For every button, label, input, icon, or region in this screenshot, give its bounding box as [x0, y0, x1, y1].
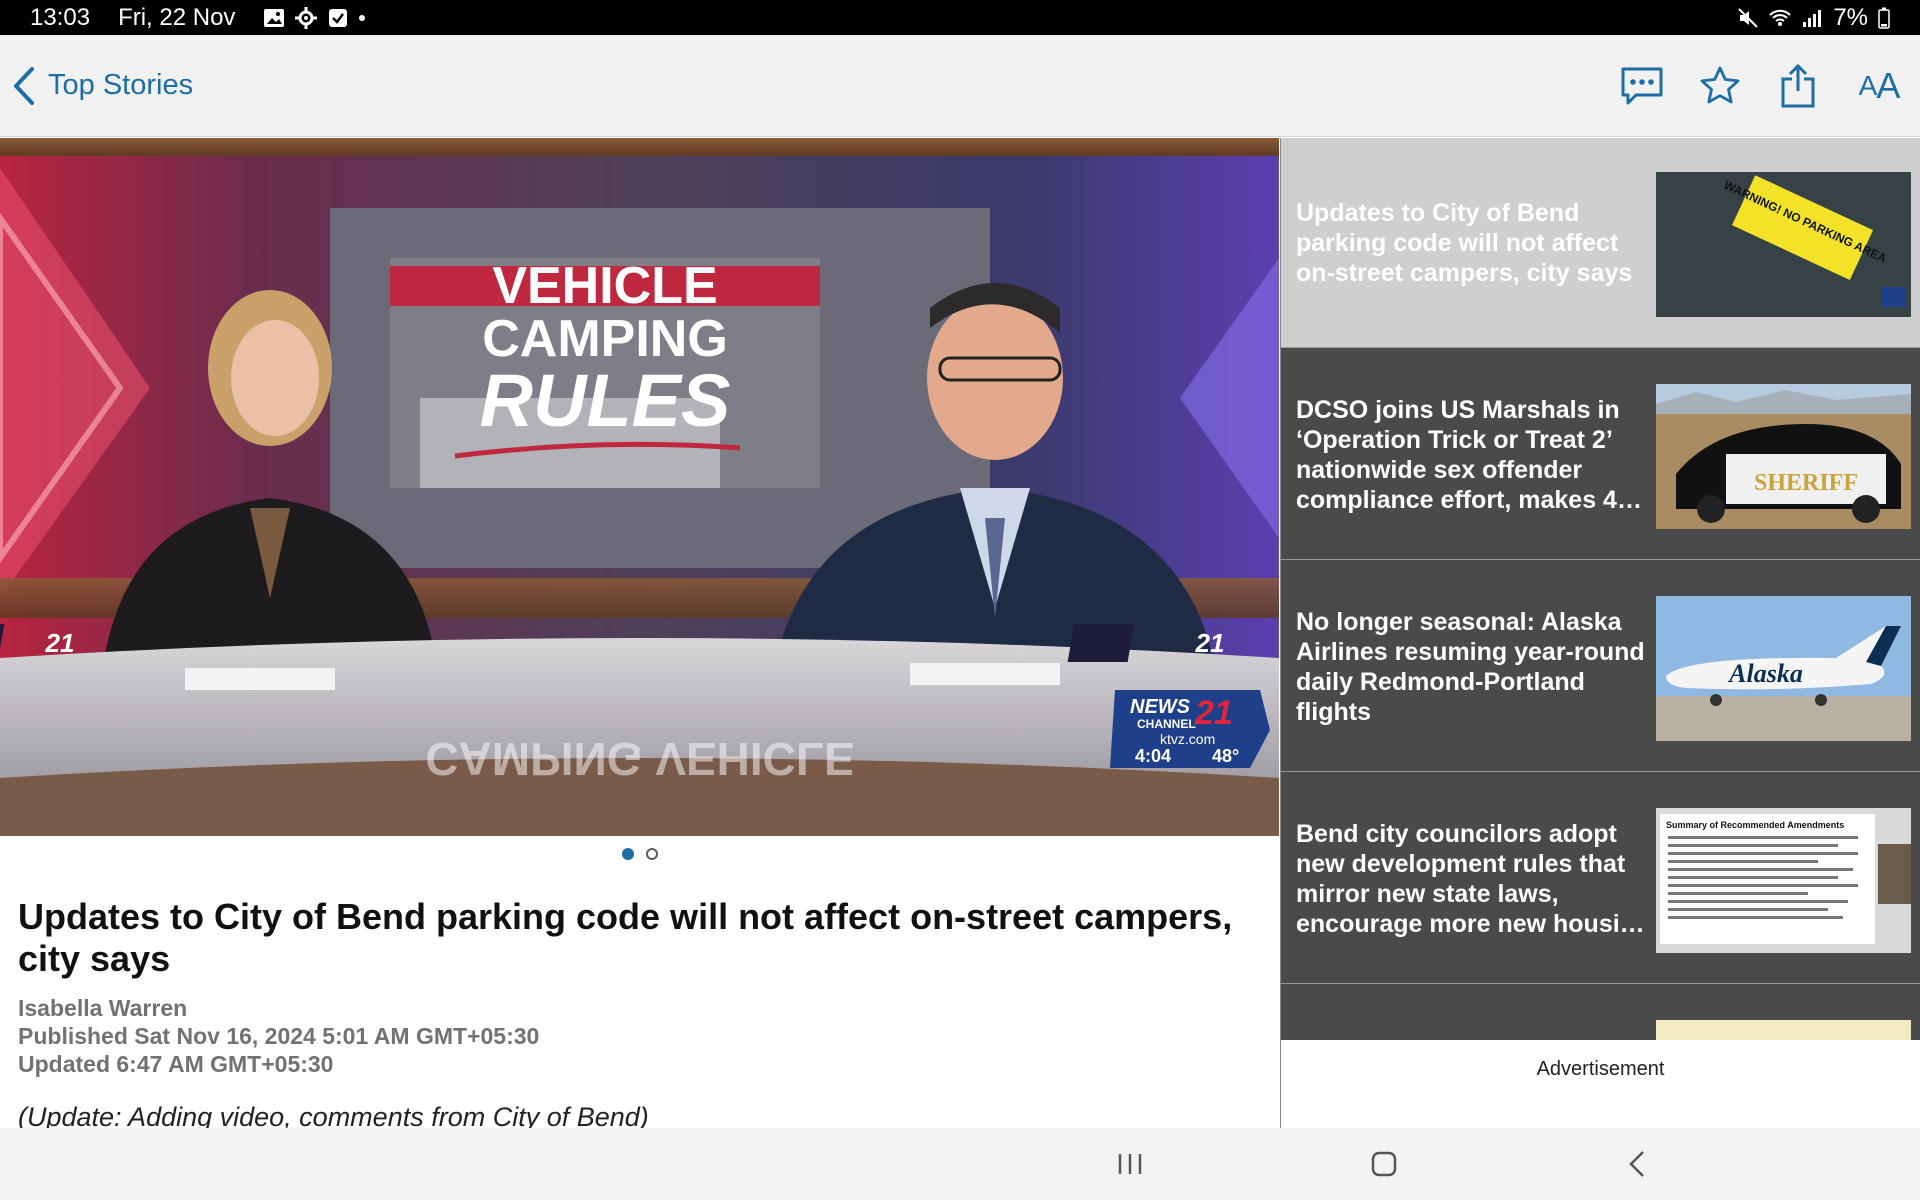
svg-text:21: 21: [1195, 628, 1225, 658]
home-icon: [1371, 1151, 1397, 1177]
signal-icon: [1803, 9, 1822, 27]
bug-time: 4:04: [1135, 746, 1171, 766]
sheriff-car-image: SHERIFF: [1656, 384, 1911, 529]
svg-text:Summary of Recommended Amendme: Summary of Recommended Amendments: [1666, 820, 1844, 830]
back-chevron-icon: [1629, 1151, 1644, 1177]
article-published: Published Sat Nov 16, 2024 5:01 AM GMT+0…: [18, 1023, 540, 1049]
amendments-document-image: Summary of Recommended Amendments: [1656, 808, 1911, 953]
advertisement-label: Advertisement: [1536, 1058, 1665, 1080]
star-icon: [1700, 66, 1740, 104]
story-title: Updates to City of Bend parking code wil…: [1296, 198, 1633, 287]
app-bar: Top Stories AA: [0, 35, 1920, 137]
advertisement-area[interactable]: Advertisement: [1280, 1040, 1920, 1128]
parking-warning-image: WARNING! NO PARKING AREA: [1656, 172, 1911, 317]
home-button[interactable]: [1362, 1142, 1406, 1186]
status-notification-icons: [263, 6, 366, 29]
desk-reflection-text: CAMPING VEHICLE: [425, 733, 854, 785]
comment-bubble-icon: [1621, 67, 1663, 105]
story-title: Bend city councilors adopt new developme…: [1296, 819, 1645, 938]
bug-number: 21: [1194, 694, 1233, 732]
bug-site: ktvz.com: [1160, 731, 1215, 747]
status-left: 13:03 Fri, 22 Nov: [30, 3, 366, 32]
recent-apps-icon: [1118, 1154, 1142, 1174]
story-item-partial[interactable]: [1281, 986, 1920, 1040]
story-item[interactable]: No longer seasonal: Alaska Airlines resu…: [1281, 562, 1920, 772]
graphic-line3: RULES: [480, 359, 731, 442]
bug-line1: NEWS: [1130, 696, 1191, 718]
status-right: 7%: [1737, 4, 1890, 32]
story-item[interactable]: Bend city councilors adopt new developme…: [1281, 774, 1920, 984]
story-thumbnail: SHERIFF: [1656, 384, 1911, 529]
gallery-icon: [264, 8, 285, 27]
back-label: Top Stories: [48, 69, 194, 101]
story-item[interactable]: Updates to City of Bend parking code wil…: [1281, 138, 1920, 348]
story-item[interactable]: DCSO joins US Marshals in ‘Operation Tri…: [1281, 350, 1920, 560]
settings-gear-icon: [295, 6, 318, 29]
news-channel-bug: NEWS CHANNEL 21 ktvz.com 4:04 48°: [1110, 690, 1270, 768]
checkbox-icon: [329, 8, 348, 27]
status-time: 13:03: [30, 3, 91, 31]
more-notifications-dot-icon: [359, 14, 366, 21]
graphic-line1: VEHICLE: [492, 257, 717, 315]
bug-temp: 48°: [1212, 746, 1239, 766]
story-thumbnail: [1656, 1020, 1911, 1040]
pager-dot-1[interactable]: [621, 848, 634, 860]
story-thumbnail: Alaska: [1656, 596, 1911, 741]
mute-icon: [1738, 7, 1759, 28]
battery-icon: [1878, 7, 1890, 29]
battery-percent: 7%: [1833, 3, 1868, 31]
pager-dot-2[interactable]: [645, 848, 658, 860]
comments-button[interactable]: [1618, 62, 1666, 110]
status-date: Fri, 22 Nov: [118, 3, 236, 31]
related-stories-sidebar[interactable]: Updates to City of Bend parking code wil…: [1280, 138, 1920, 1040]
wifi-icon: [1769, 9, 1792, 26]
chevron-left-icon: [14, 66, 34, 105]
article-author: Isabella Warren: [18, 995, 188, 1021]
svg-text:SHERIFF: SHERIFF: [1754, 470, 1858, 496]
svg-text:Alaska: Alaska: [1727, 659, 1803, 688]
story-title: DCSO joins US Marshals in ‘Operation Tri…: [1296, 395, 1642, 514]
story-title: No longer seasonal: Alaska Airlines resu…: [1296, 607, 1645, 726]
text-size-button[interactable]: AA: [1852, 62, 1906, 110]
story-thumbnail: Summary of Recommended Amendments: [1656, 808, 1911, 953]
status-bar: 13:03 Fri, 22 Nov 7%: [0, 0, 1920, 35]
story-thumbnail: WARNING! NO PARKING AREA: [1656, 172, 1911, 317]
back-button[interactable]: Top Stories: [10, 65, 193, 107]
article-headline: Updates to City of Bend parking code wil…: [18, 896, 1233, 979]
system-navigation-bar: [0, 1128, 1920, 1200]
alaska-plane-image: Alaska: [1656, 596, 1911, 741]
text-size-big-a: A: [1876, 65, 1900, 106]
article-video-image[interactable]: VEHICLE CAMPING RULES CAMPING VEHICLE 21…: [0, 138, 1279, 836]
image-pager[interactable]: [0, 848, 1279, 860]
share-icon: [1781, 63, 1815, 108]
text-size-small-a: A: [1858, 70, 1878, 101]
app-actions: AA: [1618, 35, 1906, 137]
favorite-button[interactable]: [1696, 62, 1744, 110]
recent-apps-button[interactable]: [1108, 1142, 1152, 1186]
system-back-button[interactable]: [1616, 1142, 1660, 1186]
svg-text:21: 21: [45, 628, 75, 658]
article-body: Updates to City of Bend parking code wil…: [18, 896, 1268, 1133]
share-button[interactable]: [1774, 62, 1822, 110]
article-updated: Updated 6:47 AM GMT+05:30: [18, 1051, 334, 1077]
news-studio-scene: VEHICLE CAMPING RULES CAMPING VEHICLE 21…: [0, 138, 1279, 836]
bug-line2: CHANNEL: [1137, 717, 1196, 731]
